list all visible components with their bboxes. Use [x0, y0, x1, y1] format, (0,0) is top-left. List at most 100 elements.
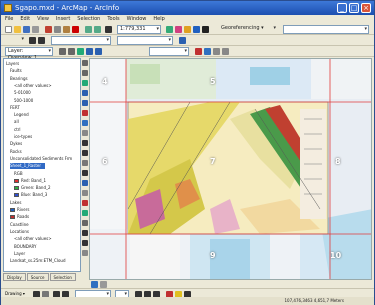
identify-icon[interactable]: [204, 48, 211, 55]
fixed-zoom-in-icon[interactable]: [82, 90, 88, 96]
catalog-icon[interactable]: [184, 26, 191, 33]
help-icon[interactable]: [202, 26, 209, 33]
menu-insert[interactable]: Insert: [56, 15, 70, 24]
save-icon[interactable]: [23, 26, 30, 33]
layout-icon[interactable]: [82, 170, 88, 176]
toc-layer-item[interactable]: Landsat_ss.25m:ETM_Cloud: [10, 258, 65, 264]
print-icon[interactable]: [32, 26, 39, 33]
swipe-icon[interactable]: [82, 200, 88, 206]
editor-menu[interactable]: [5, 36, 25, 45]
open-folder-icon[interactable]: [14, 26, 21, 33]
measure-icon[interactable]: [82, 140, 88, 146]
toc-tab-selection[interactable]: Selection: [49, 273, 76, 281]
toc-layer-item[interactable]: 500-1000: [14, 98, 33, 104]
georef-layer-combo[interactable]: [283, 25, 369, 34]
toc-layer-item[interactable]: RGB: [14, 171, 23, 177]
globe-icon[interactable]: [82, 180, 88, 186]
toc-layer-item[interactable]: Rivers: [10, 207, 29, 213]
measure-icon[interactable]: [213, 48, 220, 55]
menu-help[interactable]: Help: [153, 15, 164, 24]
map-view[interactable]: 4 5 6 7 8 9 10: [89, 58, 372, 280]
new-document-icon[interactable]: [5, 26, 12, 33]
full-extent-icon[interactable]: [86, 48, 93, 55]
minimize-button[interactable]: _: [337, 3, 347, 13]
map-canvas[interactable]: [90, 59, 372, 280]
toc-layer-item[interactable]: Legend: [14, 112, 29, 118]
toc-layer-item[interactable]: <all other values>: [14, 236, 52, 242]
toc-layer-item[interactable]: Green: Band_2: [14, 185, 51, 191]
pan-icon[interactable]: [77, 48, 84, 55]
edit-tool-icon[interactable]: [29, 37, 36, 44]
delete-icon[interactable]: [72, 26, 79, 33]
zoom-in-icon[interactable]: [59, 48, 66, 55]
raster-layer-combo[interactable]: [149, 47, 189, 56]
previous-extent-icon[interactable]: [95, 48, 102, 55]
hyperlink-icon[interactable]: [222, 48, 229, 55]
identify-icon[interactable]: [82, 120, 88, 126]
menu-window[interactable]: Window: [127, 15, 147, 24]
copy-icon[interactable]: [54, 26, 61, 33]
zoom-out-icon[interactable]: [68, 48, 75, 55]
toc-layer-item[interactable]: all: [14, 119, 19, 125]
select-features-icon[interactable]: [195, 48, 202, 55]
toc-layer-item[interactable]: Coastline: [10, 222, 29, 228]
grid-icon[interactable]: [82, 230, 88, 236]
toc-layer-item[interactable]: Dykes: [10, 141, 22, 147]
target-combo[interactable]: [117, 36, 173, 45]
toc-layer-item[interactable]: Red: Band_1: [14, 178, 46, 184]
select-icon[interactable]: [82, 110, 88, 116]
command-line-icon[interactable]: [193, 26, 200, 33]
undo-icon[interactable]: [85, 26, 92, 33]
toc-layer-item[interactable]: Layer: [14, 251, 25, 257]
fixed-zoom-out-icon[interactable]: [82, 100, 88, 106]
hyperlink-icon[interactable]: [82, 150, 88, 156]
toc-layer-item[interactable]: Blue: Band_3: [14, 192, 47, 198]
toc-layer-item[interactable]: Lakes: [10, 200, 21, 206]
data-view-icon[interactable]: [91, 281, 98, 288]
arctoolbox-icon[interactable]: [175, 26, 182, 33]
menu-edit[interactable]: Edit: [20, 15, 30, 24]
zoom-out-icon[interactable]: [82, 70, 88, 76]
layout-view-icon[interactable]: [100, 281, 107, 288]
find-icon[interactable]: [82, 130, 88, 136]
paste-icon[interactable]: [63, 26, 70, 33]
layer-combo[interactable]: Layer: Overview_1: [5, 47, 53, 61]
toc-layer-item[interactable]: Unconsolidated Sediments Frm: [10, 156, 72, 162]
toc-layer-item[interactable]: Sheet_1_Raster: [10, 163, 46, 170]
toc-layer-item[interactable]: Locations: [10, 229, 29, 235]
refresh-icon[interactable]: [82, 220, 88, 226]
editor-icon[interactable]: [166, 26, 173, 33]
pan-icon[interactable]: [82, 80, 88, 86]
settings-icon[interactable]: [82, 250, 88, 256]
menu-view[interactable]: View: [37, 15, 49, 24]
snap-icon[interactable]: [82, 240, 88, 246]
georeferencing-menu[interactable]: Georeferencing ▾: [219, 25, 277, 34]
toc-layer-item[interactable]: <all other values>: [14, 83, 52, 89]
toc-layer-item[interactable]: Faults: [10, 68, 22, 74]
sketch-tool-icon[interactable]: [38, 37, 45, 44]
toc-tab-display[interactable]: Display: [3, 273, 26, 281]
toc-layer-item[interactable]: 5-01000: [14, 90, 31, 96]
close-button[interactable]: ×: [361, 3, 371, 13]
toc-tab-source[interactable]: Source: [26, 273, 49, 281]
zoom-in-icon[interactable]: [82, 60, 88, 66]
menu-tools[interactable]: Tools: [107, 15, 119, 24]
time-slider-icon[interactable]: [82, 190, 88, 196]
menu-file[interactable]: File: [5, 15, 13, 24]
scale-combo[interactable]: 1:779,331: [117, 25, 161, 34]
toc-layer-item[interactable]: ctrl: [14, 127, 21, 133]
flicker-icon[interactable]: [82, 210, 88, 216]
toc-layer-item[interactable]: BOUNDARY: [14, 244, 36, 250]
toc-layer-item[interactable]: Rocks: [10, 149, 22, 155]
task-combo[interactable]: [51, 36, 111, 45]
toc-layer-item[interactable]: Roads: [10, 214, 29, 220]
toc-layer-item[interactable]: FERT: [10, 105, 20, 111]
cut-icon[interactable]: [45, 26, 52, 33]
redo-icon[interactable]: [94, 26, 101, 33]
attributes-icon[interactable]: [179, 37, 186, 44]
toc-layer-item[interactable]: Bearings: [10, 76, 28, 82]
rotate-icon[interactable]: [82, 160, 88, 166]
add-data-icon[interactable]: [105, 26, 112, 33]
menu-selection[interactable]: Selection: [77, 15, 100, 24]
toc-layer-item[interactable]: ice-types: [14, 134, 32, 140]
